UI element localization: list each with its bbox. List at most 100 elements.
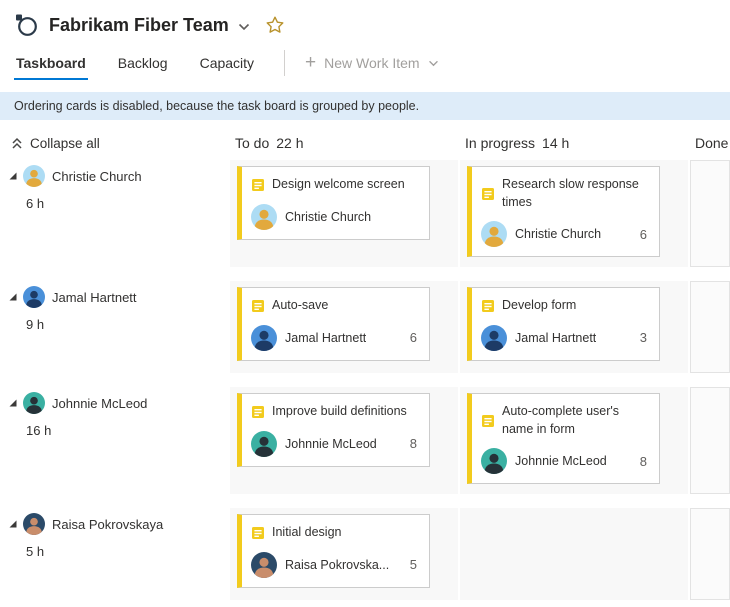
board-rows: Christie Church 6 h Design welcome scree… <box>0 160 730 600</box>
todo-cell: Initial design Raisa Pokrovska... 5 <box>230 508 458 600</box>
avatar <box>23 165 45 187</box>
team-name[interactable]: Fabrikam Fiber Team <box>49 15 229 36</box>
card-title: Design welcome screen <box>272 176 405 194</box>
person-cell: Raisa Pokrovskaya 5 h <box>0 508 228 600</box>
column-header-inprogress: In progress14 h <box>460 135 688 151</box>
todo-cell: Improve build definitions Johnnie McLeod… <box>230 387 458 494</box>
person-hours: 5 h <box>26 544 228 559</box>
remaining-work[interactable]: 3 <box>640 330 649 345</box>
new-work-item-label: New Work Item <box>324 55 419 71</box>
chevron-down-icon[interactable] <box>238 23 250 31</box>
yellow-task-note-icon <box>481 298 495 315</box>
todo-cell: Design welcome screen Christie Church <box>230 160 458 267</box>
triangle-expanded-icon[interactable] <box>8 519 18 529</box>
avatar <box>251 431 277 457</box>
avatar <box>23 392 45 414</box>
done-cell <box>690 281 730 373</box>
card-assignee: Jamal Hartnett <box>515 331 596 345</box>
person-hours: 16 h <box>26 423 228 438</box>
task-card[interactable]: Auto-save Jamal Hartnett 6 <box>237 287 430 361</box>
card-title: Initial design <box>272 524 342 542</box>
avatar <box>251 204 277 230</box>
yellow-task-note-icon <box>251 177 265 194</box>
person-name: Christie Church <box>52 169 142 184</box>
double-chevron-up-icon <box>11 137 23 150</box>
card-assignee: Johnnie McLeod <box>515 454 607 468</box>
inprogress-cell: Research slow response times Christie Ch… <box>460 160 688 267</box>
task-card[interactable]: Design welcome screen Christie Church <box>237 166 430 240</box>
plus-icon: + <box>305 53 316 72</box>
yellow-task-note-icon <box>251 404 265 421</box>
card-assignee: Raisa Pokrovska... <box>285 558 389 572</box>
person-hours: 6 h <box>26 196 228 211</box>
avatar <box>251 552 277 578</box>
triangle-expanded-icon[interactable] <box>8 171 18 181</box>
board-row: Jamal Hartnett 9 h Auto-save <box>0 281 730 373</box>
triangle-expanded-icon[interactable] <box>8 292 18 302</box>
column-header-todo: To do22 h <box>230 135 458 151</box>
tab-taskboard[interactable]: Taskboard <box>14 46 88 80</box>
column-header-done: Done <box>690 135 730 151</box>
chevron-down-icon <box>428 60 439 67</box>
remaining-work[interactable]: 6 <box>640 227 649 242</box>
tab-capacity[interactable]: Capacity <box>198 46 256 80</box>
tab-bar: Taskboard Backlog Capacity + New Work It… <box>0 44 730 80</box>
inprogress-cell: Auto-complete user's name in form Johnni… <box>460 387 688 494</box>
taskboard: Collapse all To do22 h In progress14 h D… <box>0 120 730 600</box>
card-assignee: Christie Church <box>285 210 371 224</box>
yellow-task-note-icon <box>251 525 265 542</box>
board-row: Johnnie McLeod 16 h Improve build defini… <box>0 387 730 494</box>
avatar <box>23 286 45 308</box>
collapse-all-label: Collapse all <box>30 136 100 151</box>
card-title: Auto-save <box>272 297 328 315</box>
card-assignee: Johnnie McLeod <box>285 437 377 451</box>
card-assignee: Christie Church <box>515 227 601 241</box>
person-hours: 9 h <box>26 317 228 332</box>
team-logo-icon <box>14 12 40 38</box>
done-cell <box>690 508 730 600</box>
divider <box>284 50 285 76</box>
person-cell: Johnnie McLeod 16 h <box>0 387 228 494</box>
inprogress-cell: Develop form Jamal Hartnett 3 <box>460 281 688 373</box>
avatar <box>251 325 277 351</box>
remaining-work[interactable]: 6 <box>410 330 419 345</box>
avatar <box>23 513 45 535</box>
done-cell <box>690 160 730 267</box>
yellow-task-note-icon <box>251 298 265 315</box>
card-title: Improve build definitions <box>272 403 407 421</box>
info-banner: Ordering cards is disabled, because the … <box>0 92 730 120</box>
card-title: Develop form <box>502 297 576 315</box>
team-header: Fabrikam Fiber Team <box>0 0 730 44</box>
task-card[interactable]: Initial design Raisa Pokrovska... 5 <box>237 514 430 588</box>
tab-backlog[interactable]: Backlog <box>116 46 170 80</box>
task-card[interactable]: Develop form Jamal Hartnett 3 <box>467 287 660 361</box>
triangle-expanded-icon[interactable] <box>8 398 18 408</box>
person-cell: Christie Church 6 h <box>0 160 228 267</box>
card-title: Research slow response times <box>502 176 649 211</box>
person-name: Johnnie McLeod <box>52 396 147 411</box>
task-card[interactable]: Improve build definitions Johnnie McLeod… <box>237 393 430 467</box>
done-cell <box>690 387 730 494</box>
card-title: Auto-complete user's name in form <box>502 403 649 438</box>
yellow-task-note-icon <box>481 177 495 211</box>
new-work-item-button[interactable]: + New Work Item <box>305 55 439 72</box>
collapse-all-button[interactable]: Collapse all <box>0 136 228 151</box>
person-name: Raisa Pokrovskaya <box>52 517 163 532</box>
avatar <box>481 325 507 351</box>
yellow-task-note-icon <box>481 404 495 438</box>
person-cell: Jamal Hartnett 9 h <box>0 281 228 373</box>
board-header-row: Collapse all To do22 h In progress14 h D… <box>0 130 730 156</box>
remaining-work[interactable]: 8 <box>640 454 649 469</box>
board-row: Christie Church 6 h Design welcome scree… <box>0 160 730 267</box>
task-card[interactable]: Auto-complete user's name in form Johnni… <box>467 393 660 484</box>
inprogress-cell <box>460 508 688 600</box>
person-name: Jamal Hartnett <box>52 290 137 305</box>
avatar <box>481 221 507 247</box>
avatar <box>481 448 507 474</box>
task-card[interactable]: Research slow response times Christie Ch… <box>467 166 660 257</box>
remaining-work[interactable]: 5 <box>410 557 419 572</box>
star-icon[interactable] <box>265 15 285 35</box>
remaining-work[interactable]: 8 <box>410 436 419 451</box>
board-row: Raisa Pokrovskaya 5 h Initial design <box>0 508 730 600</box>
card-assignee: Jamal Hartnett <box>285 331 366 345</box>
